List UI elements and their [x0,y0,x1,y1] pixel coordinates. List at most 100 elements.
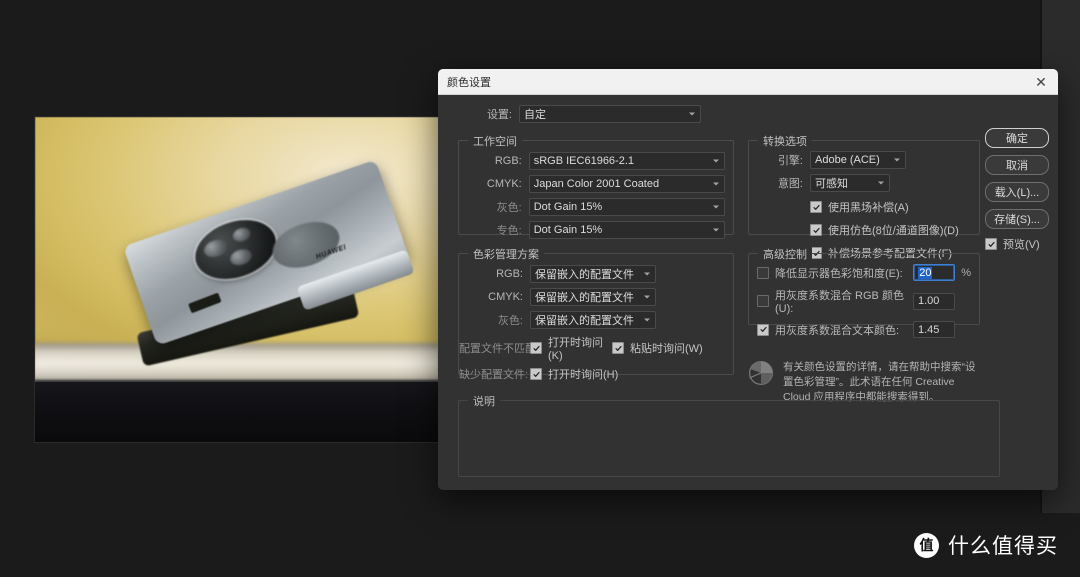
ok-button[interactable]: 确定 [985,128,1049,148]
checkbox-box [985,238,997,250]
check-icon [614,345,622,351]
workspace-row-gray: 灰色: Dot Gain 15% [459,198,725,216]
watermark: 值 什么值得买 [914,530,1058,560]
blend-rgb-input[interactable]: 1.00 [913,292,955,310]
workspace-spot-select[interactable]: Dot Gain 15% [528,221,725,239]
use-dither-label: 使用仿色(8位/通道图像)(D) [828,225,959,237]
workspace-gray-label: 灰色: [496,202,522,214]
chevron-down-icon [894,158,900,162]
checkbox-box [810,224,822,236]
checkbox-box [810,201,822,213]
workspace-row-rgb: RGB: sRGB IEC61966-2.1 [459,152,725,170]
camera-lens-3 [227,245,254,268]
chevron-down-icon [713,228,719,232]
policy-row-gray: 灰色: 保留嵌入的配置文件 [459,311,725,329]
dialog-body: 设置: 自定 工作空间 RGB: sRGB IEC61966-2.1 CMYK:… [438,95,1058,490]
workspace-row-cmyk: CMYK: Japan Color 2001 Coated [459,175,725,193]
black-point-compensation-label: 使用黑场补偿(A) [828,202,909,214]
policy-row-cmyk: CMYK: 保留嵌入的配置文件 [459,288,725,306]
desaturate-unit: % [961,266,971,279]
camera-lens-2 [230,225,253,244]
policy-rgb-value: 保留嵌入的配置文件 [535,269,634,281]
workspace-cmyk-select[interactable]: Japan Color 2001 Coated [528,175,725,193]
check-icon [532,371,540,377]
blend-text-checkbox[interactable] [757,323,769,336]
checkbox-box [612,342,624,354]
chevron-down-icon [713,159,719,163]
check-icon [759,326,767,332]
camera-ring [187,209,284,289]
blend-rgb-value: 1.00 [918,295,940,307]
photoshop-window: HUAWEI 颜色设置 ✕ 设置: 自定 工作空间 RGB: sRGB IEC6… [0,0,1080,577]
settings-label: 设置: [486,109,512,121]
engine-select[interactable]: Adobe (ACE) [810,151,906,169]
engine-value: Adobe (ACE) [815,154,880,166]
check-icon [532,345,540,351]
workspace-cmyk-value: Japan Color 2001 Coated [533,178,660,190]
policies-group: 色彩管理方案 RGB: 保留嵌入的配置文件 CMYK: 保留嵌入的配置文件 灰色… [458,246,734,381]
load-button[interactable]: 载入(L)... [985,182,1049,202]
workspace-spot-value: Dot Gain 15% [533,224,603,236]
help-note: 有关颜色设置的详情，请在帮助中搜索“设置色彩管理”。此术语在任何 Creativ… [748,360,980,406]
blend-rgb-label: 用灰度系数混合 RGB 颜色(U): [775,290,904,315]
black-point-compensation-checkbox[interactable]: 使用黑场补偿(A) [810,199,971,215]
dialog-buttons: 确定 取消 载入(L)... 存储(S)... 预览(V) [985,128,1049,252]
intent-row: 意图: 可感知 [749,174,971,192]
workspace-row-spot: 专色: Dot Gain 15% [459,221,725,239]
chevron-down-icon [644,272,650,276]
workspace-spot-label: 专色: [496,225,522,237]
missing-row: 缺少配置文件: 打开时询问(H) [459,366,725,382]
workspace-rgb-select[interactable]: sRGB IEC61966-2.1 [528,152,725,170]
desaturate-value: 20 [918,266,933,279]
policy-cmyk-select[interactable]: 保留嵌入的配置文件 [530,288,656,306]
description-group: 说明 [458,393,1000,477]
close-icon[interactable]: ✕ [1030,72,1052,92]
mismatch-paste-checkbox[interactable]: 粘贴时询问(W) [612,340,703,356]
intent-select[interactable]: 可感知 [810,174,890,192]
conversion-title: 转换选项 [758,133,812,149]
missing-open-label: 打开时询问(H) [548,369,619,381]
policy-gray-select[interactable]: 保留嵌入的配置文件 [530,311,656,329]
color-wheel-icon [748,360,774,386]
intent-label: 意图: [777,178,803,190]
blend-text-input[interactable]: 1.45 [913,321,955,338]
use-dither-checkbox[interactable]: 使用仿色(8位/通道图像)(D) [810,222,971,238]
chevron-down-icon [689,112,695,116]
photo-table-front [35,381,439,442]
cancel-button[interactable]: 取消 [985,155,1049,175]
blend-text-label: 用灰度系数混合文本颜色: [775,324,900,337]
settings-select[interactable]: 自定 [519,105,701,123]
desaturate-checkbox[interactable] [757,266,769,279]
missing-open-checkbox[interactable]: 打开时询问(H) [530,366,618,382]
advanced-group: 高级控制 降低显示器色彩饱和度(E): 20 % 用灰度系数混合 RGB 颜色(… [748,246,980,338]
mismatch-open-label: 打开时询问(K) [548,337,603,362]
chevron-down-icon [878,181,884,185]
save-button[interactable]: 存储(S)... [985,209,1049,229]
chevron-down-icon [713,182,719,186]
policy-row-rgb: RGB: 保留嵌入的配置文件 [459,265,725,283]
preview-label: 预览(V) [1003,239,1040,251]
dialog-titlebar[interactable]: 颜色设置 ✕ [438,69,1058,95]
workspace-gray-value: Dot Gain 15% [533,201,603,213]
policy-rgb-select[interactable]: 保留嵌入的配置文件 [530,265,656,283]
desaturate-input[interactable]: 20 [913,264,956,281]
policy-gray-label: 灰色: [497,315,523,327]
settings-row: 设置: 自定 [438,105,982,123]
mismatch-label: 配置文件不匹配: [459,343,540,355]
preview-checkbox[interactable]: 预览(V) [985,236,1049,252]
blend-rgb-checkbox[interactable] [757,295,769,307]
engine-row: 引擎: Adobe (ACE) [749,151,971,169]
policy-gray-value: 保留嵌入的配置文件 [535,315,634,327]
mismatch-open-checkbox[interactable]: 打开时询问(K) [530,334,612,362]
policies-title: 色彩管理方案 [468,246,544,262]
check-icon [987,241,995,247]
mismatch-paste-label: 粘贴时询问(W) [630,343,703,355]
policy-cmyk-label: CMYK: [488,291,523,303]
engine-label: 引擎: [777,155,803,167]
workspace-gray-select[interactable]: Dot Gain 15% [528,198,725,216]
desaturate-label: 降低显示器色彩饱和度(E): [775,267,903,280]
policy-cmyk-value: 保留嵌入的配置文件 [535,292,634,304]
chevron-down-icon [644,318,650,322]
intent-value: 可感知 [815,178,848,190]
blend-rgb-row: 用灰度系数混合 RGB 颜色(U): 1.00 [757,287,971,315]
